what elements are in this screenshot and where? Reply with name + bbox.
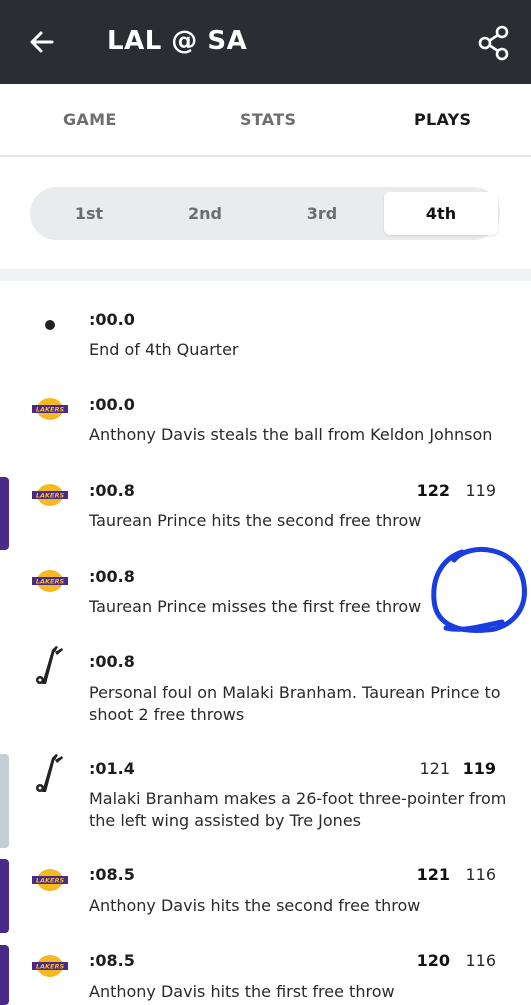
end-period-icon bbox=[30, 310, 70, 340]
svg-text:LAKERS: LAKERS bbox=[36, 963, 65, 971]
section-divider bbox=[0, 269, 531, 281]
lakers-logo-icon: LAKERS bbox=[30, 951, 70, 981]
play-time: :00.0 bbox=[89, 395, 135, 414]
share-icon bbox=[478, 25, 509, 61]
score-home: 121 bbox=[416, 865, 450, 884]
spurs-logo-icon bbox=[30, 644, 70, 688]
share-button[interactable] bbox=[477, 25, 511, 61]
spurs-logo-icon bbox=[30, 752, 70, 796]
team-scoring-bar bbox=[0, 754, 9, 848]
play-item: LAKERS :00.0 Anthony Davis steals the ba… bbox=[0, 385, 531, 455]
score-away: 116 bbox=[465, 865, 496, 884]
team-scoring-bar bbox=[0, 945, 9, 1005]
quarter-4th[interactable]: 4th bbox=[384, 192, 498, 235]
svg-text:LAKERS: LAKERS bbox=[36, 492, 65, 500]
play-time: :00.8 bbox=[89, 481, 135, 500]
tab-game[interactable]: GAME bbox=[63, 110, 117, 129]
game-tabs: GAME STATS PLAYS bbox=[0, 84, 531, 157]
arrow-left-icon bbox=[30, 31, 54, 53]
play-description: Anthony Davis steals the ball from Keldo… bbox=[89, 425, 493, 444]
play-time: :08.5 bbox=[89, 865, 135, 884]
back-button[interactable] bbox=[26, 26, 58, 58]
play-time: :00.0 bbox=[89, 310, 135, 329]
lakers-logo-icon: LAKERS bbox=[30, 480, 70, 510]
play-item: :00.0 End of 4th Quarter bbox=[0, 300, 531, 370]
quarter-1st[interactable]: 1st bbox=[32, 192, 146, 235]
blue-circle-annotation bbox=[431, 546, 527, 633]
score-home: 120 bbox=[416, 951, 450, 970]
play-description: End of 4th Quarter bbox=[89, 340, 239, 359]
svg-text:LAKERS: LAKERS bbox=[36, 578, 65, 586]
play-description: Personal foul on Malaki Branham. Taurean… bbox=[89, 683, 501, 724]
play-time: :01.4 bbox=[89, 759, 135, 778]
play-item: :00.8 Personal foul on Malaki Branham. T… bbox=[0, 642, 531, 742]
play-time: :08.5 bbox=[89, 951, 135, 970]
page-title: LAL @ SA bbox=[107, 26, 248, 56]
score-home: 122 bbox=[416, 481, 450, 500]
play-item: LAKERS :08.5 120 116 Anthony Davis hits … bbox=[0, 943, 531, 1005]
quarter-selector: 1st 2nd 3rd 4th bbox=[30, 187, 500, 240]
score-away: 119 bbox=[465, 481, 496, 500]
quarter-3rd[interactable]: 3rd bbox=[265, 192, 379, 235]
play-description: Anthony Davis hits the second free throw bbox=[89, 896, 421, 915]
lakers-logo-icon: LAKERS bbox=[30, 394, 70, 424]
team-scoring-bar bbox=[0, 477, 9, 550]
play-item: :01.4 121 119 Malaki Branham makes a 26-… bbox=[0, 750, 531, 850]
svg-text:LAKERS: LAKERS bbox=[36, 406, 65, 414]
lakers-logo-icon: LAKERS bbox=[30, 566, 70, 596]
play-time: :00.8 bbox=[89, 567, 135, 586]
play-description: Taurean Prince hits the second free thro… bbox=[89, 511, 422, 530]
team-scoring-bar bbox=[0, 859, 9, 933]
score-home: 121 bbox=[419, 759, 450, 778]
play-description: Malaki Branham makes a 26-foot three-poi… bbox=[89, 789, 507, 830]
tab-stats[interactable]: STATS bbox=[240, 110, 296, 129]
score-away: 119 bbox=[462, 759, 496, 778]
quarter-2nd[interactable]: 2nd bbox=[148, 192, 262, 235]
top-app-bar: LAL @ SA bbox=[0, 0, 531, 84]
lakers-logo-icon: LAKERS bbox=[30, 865, 70, 895]
score-away: 116 bbox=[465, 951, 496, 970]
tab-plays[interactable]: PLAYS bbox=[414, 110, 471, 129]
play-item: LAKERS :08.5 121 116 Anthony Davis hits … bbox=[0, 857, 531, 937]
play-time: :00.8 bbox=[89, 652, 135, 671]
svg-text:LAKERS: LAKERS bbox=[36, 877, 65, 885]
